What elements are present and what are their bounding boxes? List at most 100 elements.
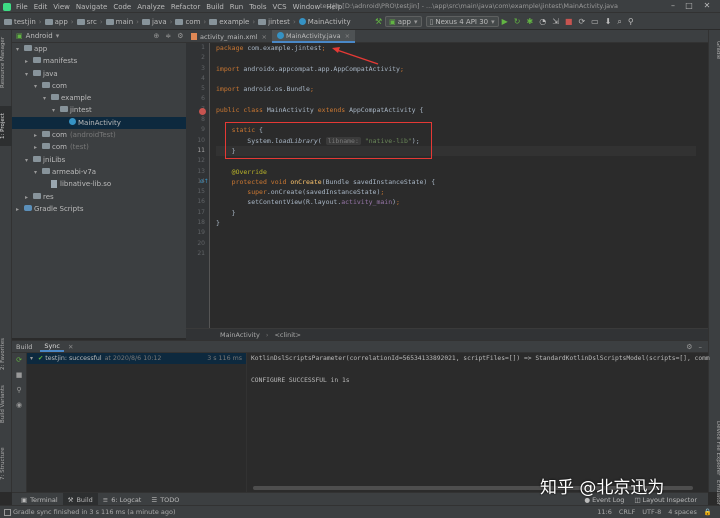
- tab-sync[interactable]: Sync: [40, 342, 64, 352]
- chevron-right-icon[interactable]: ▸: [25, 56, 33, 68]
- menu-item-build[interactable]: Build: [206, 3, 224, 11]
- run-icon[interactable]: ▶: [502, 17, 508, 26]
- tree-item[interactable]: ▸ Gradle Scripts: [12, 203, 197, 215]
- menu-item-tools[interactable]: Tools: [249, 3, 266, 11]
- chevron-down-icon[interactable]: ▾: [52, 105, 60, 117]
- menu-item-refactor[interactable]: Refactor: [171, 3, 200, 11]
- tree-item[interactable]: ▸ com (test): [12, 141, 197, 153]
- chevron-down-icon[interactable]: ▾: [56, 32, 60, 40]
- project-tab[interactable]: 1: Project: [0, 106, 12, 146]
- menu-item-view[interactable]: View: [53, 3, 70, 11]
- lock-icon[interactable]: 🔒: [704, 508, 712, 516]
- chevron-right-icon[interactable]: ▸: [16, 204, 24, 216]
- tree-item[interactable]: MainActivity: [12, 116, 197, 130]
- chevron-down-icon[interactable]: ▾: [34, 81, 42, 93]
- chevron-right-icon[interactable]: ▸: [34, 142, 42, 154]
- crumb-class[interactable]: MainActivity: [220, 331, 260, 339]
- sync-gradle-icon[interactable]: ⟳: [578, 17, 585, 26]
- code-editor[interactable]: package com.example.jintest; import andro…: [216, 43, 696, 328]
- sync-icon[interactable]: ⟳: [16, 356, 22, 364]
- layout-inspector-icon[interactable]: ⌕: [617, 17, 621, 27]
- breadcrumb-item[interactable]: main: [116, 18, 134, 26]
- chevron-down-icon[interactable]: ▾: [43, 93, 51, 105]
- run-class-icon[interactable]: [199, 108, 206, 115]
- gear-icon[interactable]: ⚙: [686, 343, 692, 351]
- favorites-tab[interactable]: 2: Favorites: [0, 336, 12, 372]
- build-variants-tab[interactable]: Build Variants: [0, 382, 12, 426]
- file-encoding[interactable]: UTF-8: [642, 508, 661, 516]
- tree-item[interactable]: ▾ jniLibs: [12, 154, 197, 166]
- search-icon[interactable]: ⚲: [628, 17, 634, 26]
- close-tab-icon[interactable]: ×: [345, 32, 350, 40]
- tree-item[interactable]: libnative-lib.so: [12, 178, 197, 190]
- avd-manager-icon[interactable]: ▭: [591, 17, 599, 26]
- editor-tab[interactable]: MainActivity.java ×: [271, 30, 356, 43]
- breadcrumb-item[interactable]: src: [87, 18, 97, 26]
- chevron-down-icon[interactable]: ▾: [34, 167, 42, 179]
- tree-item[interactable]: ▸ manifests: [12, 55, 197, 67]
- emulator-tab[interactable]: Emulator: [709, 480, 720, 505]
- tree-item[interactable]: ▾ com: [12, 80, 197, 92]
- indent-setting[interactable]: 4 spaces: [668, 508, 697, 516]
- breadcrumb-item[interactable]: MainActivity: [308, 18, 351, 26]
- status-panel-icon[interactable]: [4, 508, 11, 516]
- chevron-down-icon[interactable]: ▾: [16, 44, 24, 56]
- tree-item[interactable]: ▾ example: [12, 92, 197, 104]
- menu-item-run[interactable]: Run: [230, 3, 243, 11]
- menu-item-edit[interactable]: Edit: [34, 3, 48, 11]
- globe-icon[interactable]: ⊕: [153, 32, 159, 40]
- pin-icon[interactable]: ⚲: [16, 386, 21, 394]
- breadcrumb-item[interactable]: app: [55, 18, 68, 26]
- attach-debugger-icon[interactable]: ⇲: [552, 17, 559, 26]
- minimize-icon[interactable]: –: [668, 1, 678, 11]
- tree-item[interactable]: ▾ jintest: [12, 104, 197, 116]
- menu-item-analyze[interactable]: Analyze: [137, 3, 165, 11]
- line-separator[interactable]: CRLF: [619, 508, 635, 516]
- resource-manager-tab[interactable]: Resource Manager: [0, 34, 12, 90]
- sdk-manager-icon[interactable]: ⬇: [605, 17, 612, 26]
- gradle-tab[interactable]: Gradle: [709, 36, 720, 64]
- editor-tab[interactable]: activity_main.xml ×: [186, 30, 272, 43]
- stop-icon[interactable]: ■: [16, 371, 23, 379]
- breadcrumb-item[interactable]: com: [185, 18, 200, 26]
- collapse-icon[interactable]: ≑: [165, 32, 171, 40]
- breadcrumb-item[interactable]: testjin: [14, 18, 36, 26]
- chevron-down-icon[interactable]: ▾: [25, 69, 33, 81]
- tree-item[interactable]: ▾ java: [12, 68, 197, 80]
- tree-item[interactable]: ▾ app: [12, 43, 197, 55]
- close-icon[interactable]: ✕: [68, 343, 73, 351]
- build-output[interactable]: KotlinDslScriptsParameter(correlationId=…: [247, 353, 710, 492]
- close-tab-icon[interactable]: ×: [262, 33, 267, 41]
- gear-icon[interactable]: ⚙: [177, 32, 183, 40]
- tree-item[interactable]: ▾ armeabi-v7a: [12, 166, 197, 178]
- menu-item-navigate[interactable]: Navigate: [76, 3, 107, 11]
- device-file-explorer-tab[interactable]: Device File Explorer: [709, 420, 720, 476]
- chevron-down-icon[interactable]: ▾: [25, 155, 33, 167]
- crumb-member[interactable]: <clinit>: [274, 331, 301, 339]
- close-icon[interactable]: ✕: [702, 1, 712, 11]
- menu-item-window[interactable]: Window: [293, 3, 321, 11]
- stop-icon[interactable]: ■: [565, 17, 573, 26]
- apply-changes-icon[interactable]: ↻: [514, 17, 521, 26]
- breadcrumb-item[interactable]: jintest: [268, 18, 290, 26]
- breadcrumb-item[interactable]: java: [152, 18, 167, 26]
- maximize-icon[interactable]: □: [684, 1, 694, 11]
- menu-item-vcs[interactable]: VCS: [272, 3, 286, 11]
- caret-position[interactable]: 11:6: [597, 508, 612, 516]
- tree-item[interactable]: ▸ com (androidTest): [12, 129, 197, 141]
- eye-icon[interactable]: ◉: [16, 401, 22, 409]
- hide-icon[interactable]: –: [699, 343, 703, 351]
- debug-icon[interactable]: ✱: [527, 17, 534, 26]
- structure-tab[interactable]: 7: Structure: [0, 444, 12, 484]
- override-marker-icon[interactable]: o↑: [200, 178, 209, 185]
- project-view-select[interactable]: Android: [26, 32, 53, 40]
- device-select[interactable]: ▯ Nexus 4 API 30 ▾: [425, 16, 499, 27]
- build-tree-item[interactable]: ▾ ✔ testjin: successful at 2020/8/6 10:1…: [27, 353, 246, 364]
- breadcrumb-item[interactable]: example: [219, 18, 249, 26]
- tree-item[interactable]: ▸ res: [12, 191, 197, 203]
- menu-item-code[interactable]: Code: [113, 3, 131, 11]
- hammer-icon[interactable]: ⚒: [375, 17, 382, 26]
- run-config-select[interactable]: ▣ app ▾: [385, 16, 422, 27]
- menu-item-file[interactable]: File: [16, 3, 28, 11]
- profile-icon[interactable]: ◔: [539, 17, 546, 26]
